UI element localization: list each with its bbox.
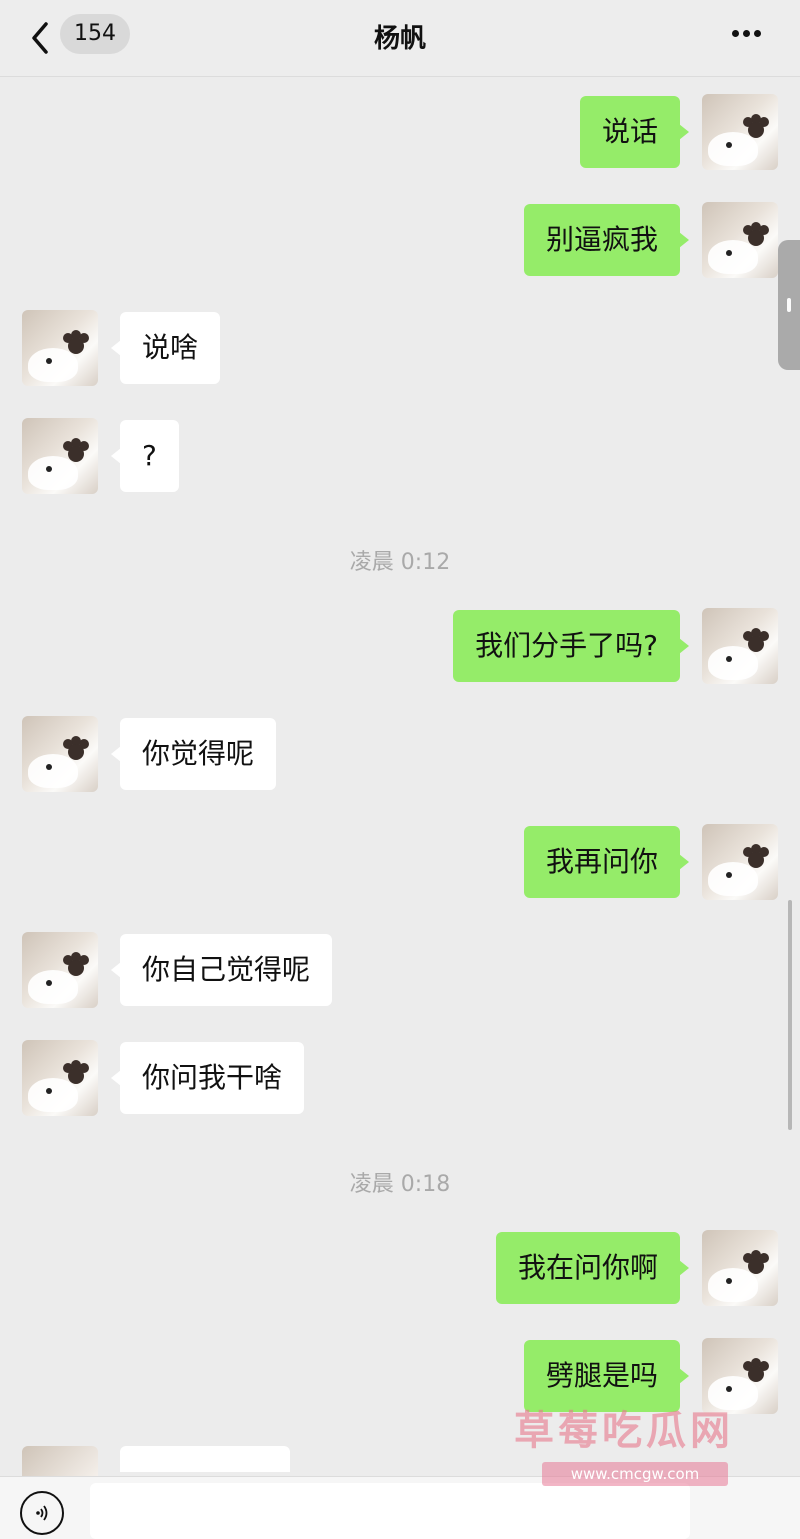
- watermark-url: www.cmcgw.com: [542, 1462, 728, 1486]
- my-avatar[interactable]: [702, 608, 778, 684]
- contact-avatar[interactable]: [22, 1446, 98, 1476]
- contact-avatar[interactable]: [22, 1040, 98, 1116]
- contact-avatar[interactable]: [22, 418, 98, 494]
- message-row: 你觉得呢: [0, 716, 800, 796]
- contact-avatar[interactable]: [22, 310, 98, 386]
- my-avatar[interactable]: [702, 824, 778, 900]
- ellipsis-icon[interactable]: [730, 22, 770, 50]
- message-bubble-incoming[interactable]: ?: [111, 420, 179, 492]
- watermark-brand: 草莓吃瓜网: [514, 1408, 734, 1454]
- message-row: 别逼疯我: [0, 202, 800, 282]
- message-bubble-incoming[interactable]: [120, 1446, 290, 1472]
- message-bubble-outgoing[interactable]: 别逼疯我: [523, 204, 690, 276]
- message-bubble-incoming[interactable]: 你问我干啥: [110, 1042, 305, 1114]
- chat-title: 杨帆: [373, 24, 426, 54]
- message-bubble-incoming[interactable]: 你觉得呢: [110, 718, 277, 790]
- message-row: ?: [0, 418, 800, 498]
- message-bubble-outgoing[interactable]: 说话: [579, 96, 690, 168]
- voice-icon[interactable]: [20, 1491, 64, 1535]
- my-avatar[interactable]: [702, 1230, 778, 1306]
- message-input[interactable]: [90, 1483, 690, 1539]
- message-row: 我再问你: [0, 824, 800, 904]
- timestamp: 凌晨 0:12: [349, 550, 451, 575]
- message-row: 你自己觉得呢: [0, 932, 800, 1012]
- chat-header: 154 杨帆: [0, 0, 800, 77]
- message-bubble-outgoing[interactable]: 我们分手了吗?: [453, 610, 689, 682]
- message-row: 说话: [0, 94, 800, 174]
- timestamp: 凌晨 0:18: [349, 1172, 451, 1197]
- message-bubble-outgoing[interactable]: 我在问你啊: [495, 1232, 690, 1304]
- my-avatar[interactable]: [702, 94, 778, 170]
- my-avatar[interactable]: [702, 202, 778, 278]
- message-bubble-incoming[interactable]: 说啥: [110, 312, 221, 384]
- contact-avatar[interactable]: [22, 932, 98, 1008]
- message-row: 你问我干啥: [0, 1040, 800, 1120]
- contact-avatar[interactable]: [22, 716, 98, 792]
- message-row: 我在问你啊: [0, 1230, 800, 1310]
- message-row: 说啥: [0, 310, 800, 390]
- message-row: 我们分手了吗?: [0, 608, 800, 688]
- message-bubble-outgoing[interactable]: 我再问你: [523, 826, 690, 898]
- message-bubble-incoming[interactable]: 你自己觉得呢: [110, 934, 333, 1006]
